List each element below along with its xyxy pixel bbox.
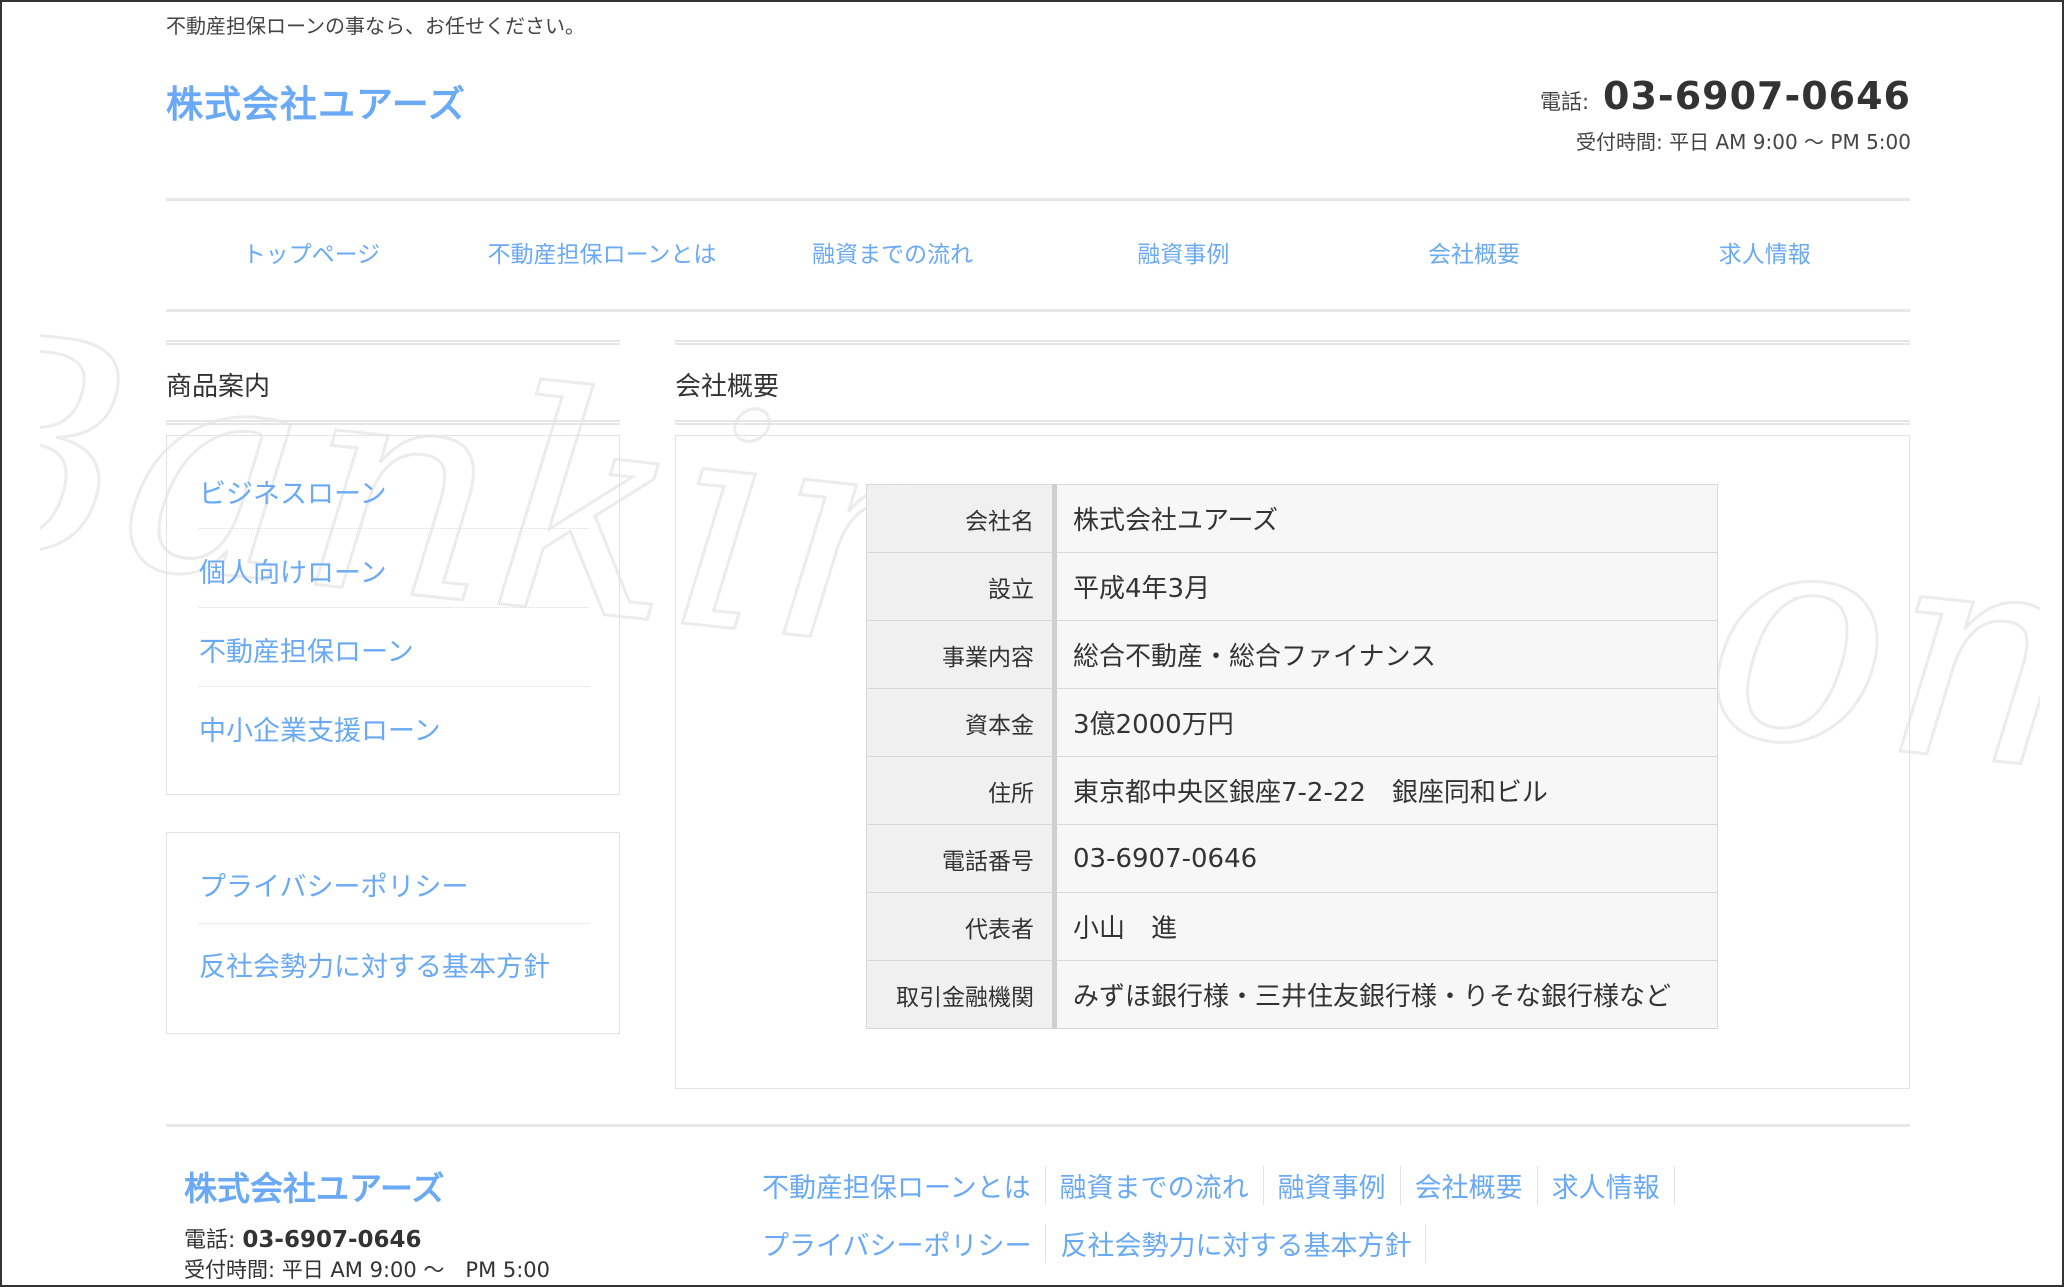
row-value: 3億2000万円	[1054, 688, 1718, 757]
policy-menu: プライバシーポリシー 反社会勢力に対する基本方針	[166, 832, 620, 1034]
nav-item-about-loan[interactable]: 不動産担保ローンとは	[457, 205, 748, 305]
nav-bottom-divider	[166, 309, 1910, 312]
row-label: 代表者	[866, 892, 1057, 961]
table-row: 代表者 小山 進	[866, 892, 1718, 961]
footer-link-company[interactable]: 会社概要	[1401, 1166, 1538, 1205]
footer-logo[interactable]: 株式会社ユアーズ	[184, 1162, 444, 1210]
sidebar-separator	[199, 607, 589, 608]
sidebar-link-sme-loan[interactable]: 中小企業支援ローン	[199, 709, 441, 748]
row-label: 設立	[866, 552, 1057, 621]
phone-label: 電話:	[1539, 90, 1590, 114]
footer-phone-number: 03-6907-0646	[242, 1227, 422, 1253]
footer-link-cases[interactable]: 融資事例	[1264, 1166, 1401, 1205]
footer-phone-label: 電話:	[184, 1228, 236, 1253]
phone-number: 03-6907-0646	[1603, 74, 1911, 118]
row-value: 総合不動産・総合ファイナンス	[1054, 620, 1718, 689]
nav-item-cases[interactable]: 融資事例	[1038, 205, 1329, 305]
footer-phone: 電話: 03-6907-0646	[184, 1222, 422, 1254]
sidebar-separator	[199, 686, 589, 687]
row-label: 事業内容	[866, 620, 1057, 689]
footer-link-antisocial-policy[interactable]: 反社会勢力に対する基本方針	[1046, 1224, 1427, 1263]
nav-item-top[interactable]: トップページ	[166, 205, 457, 305]
footer-link-flow[interactable]: 融資までの流れ	[1046, 1166, 1264, 1205]
footer-links-row-2: プライバシーポリシー 反社会勢力に対する基本方針	[762, 1224, 1427, 1263]
sidebar-separator	[199, 923, 589, 924]
row-value: みずほ銀行様・三井住友銀行様・りそな銀行様など	[1054, 960, 1718, 1029]
sidebar-title-bottom-rule	[166, 420, 620, 425]
nav-top-divider	[166, 198, 1910, 201]
row-label: 電話番号	[866, 824, 1057, 893]
sidebar-link-personal-loan[interactable]: 個人向けローン	[199, 551, 387, 590]
table-row: 事業内容 総合不動産・総合ファイナンス	[866, 620, 1718, 689]
product-menu: ビジネスローン 個人向けローン 不動産担保ローン 中小企業支援ローン	[166, 435, 620, 795]
global-nav: トップページ 不動産担保ローンとは 融資までの流れ 融資事例 会社概要 求人情報	[166, 205, 1910, 305]
main-title-bottom-rule	[675, 420, 1910, 425]
header-tagline: 不動産担保ローンの事なら、お任せください。	[166, 14, 585, 38]
row-value: 小山 進	[1054, 892, 1718, 961]
row-value: 株式会社ユアーズ	[1054, 484, 1718, 553]
sidebar-title-top-rule	[166, 340, 620, 345]
site-logo[interactable]: 株式会社ユアーズ	[166, 74, 466, 128]
table-row: 会社名 株式会社ユアーズ	[866, 484, 1718, 553]
table-row: 取引金融機関 みずほ銀行様・三井住友銀行様・りそな銀行様など	[866, 960, 1718, 1029]
table-row: 住所 東京都中央区銀座7-2-22 銀座同和ビル	[866, 756, 1718, 825]
company-info-table: 会社名 株式会社ユアーズ 設立 平成4年3月 事業内容 総合不動産・総合ファイナンス …	[866, 484, 1718, 1029]
table-row: 電話番号 03-6907-0646	[866, 824, 1718, 893]
footer-link-about-loan[interactable]: 不動産担保ローンとは	[762, 1166, 1046, 1205]
page-title: 会社概要	[675, 372, 780, 402]
sidebar-link-antisocial-policy[interactable]: 反社会勢力に対する基本方針	[199, 945, 550, 984]
row-value: 03-6907-0646	[1054, 824, 1718, 893]
footer-link-privacy-policy[interactable]: プライバシーポリシー	[762, 1224, 1047, 1263]
table-row: 資本金 3億2000万円	[866, 688, 1718, 757]
main-title-top-rule	[675, 340, 1910, 345]
sidebar-link-privacy-policy[interactable]: プライバシーポリシー	[199, 865, 468, 904]
sidebar-link-business-loan[interactable]: ビジネスローン	[199, 472, 387, 511]
row-label: 会社名	[866, 484, 1057, 553]
row-value: 東京都中央区銀座7-2-22 銀座同和ビル	[1054, 756, 1718, 825]
sidebar-link-real-estate-loan[interactable]: 不動産担保ローン	[199, 630, 414, 669]
footer-hours: 受付時間: 平日 AM 9:00 ～ PM 5:00	[184, 1258, 551, 1282]
business-hours: 受付時間: 平日 AM 9:00 ～ PM 5:00	[1576, 130, 1911, 154]
row-label: 資本金	[866, 688, 1057, 757]
sidebar-title: 商品案内	[166, 372, 271, 402]
row-value: 平成4年3月	[1054, 552, 1718, 621]
footer-link-recruit[interactable]: 求人情報	[1538, 1166, 1675, 1205]
header-phone: 電話: 03-6907-0646	[1540, 74, 1911, 118]
nav-item-flow[interactable]: 融資までの流れ	[747, 205, 1038, 305]
table-row: 設立 平成4年3月	[866, 552, 1718, 621]
nav-item-recruit[interactable]: 求人情報	[1619, 205, 1910, 305]
footer-divider	[166, 1124, 1910, 1127]
sidebar-separator	[199, 528, 589, 529]
row-label: 住所	[866, 756, 1057, 825]
nav-item-company[interactable]: 会社概要	[1329, 205, 1620, 305]
footer-links-row-1: 不動産担保ローンとは 融資までの流れ 融資事例 会社概要 求人情報	[762, 1166, 1675, 1205]
row-label: 取引金融機関	[866, 960, 1057, 1029]
